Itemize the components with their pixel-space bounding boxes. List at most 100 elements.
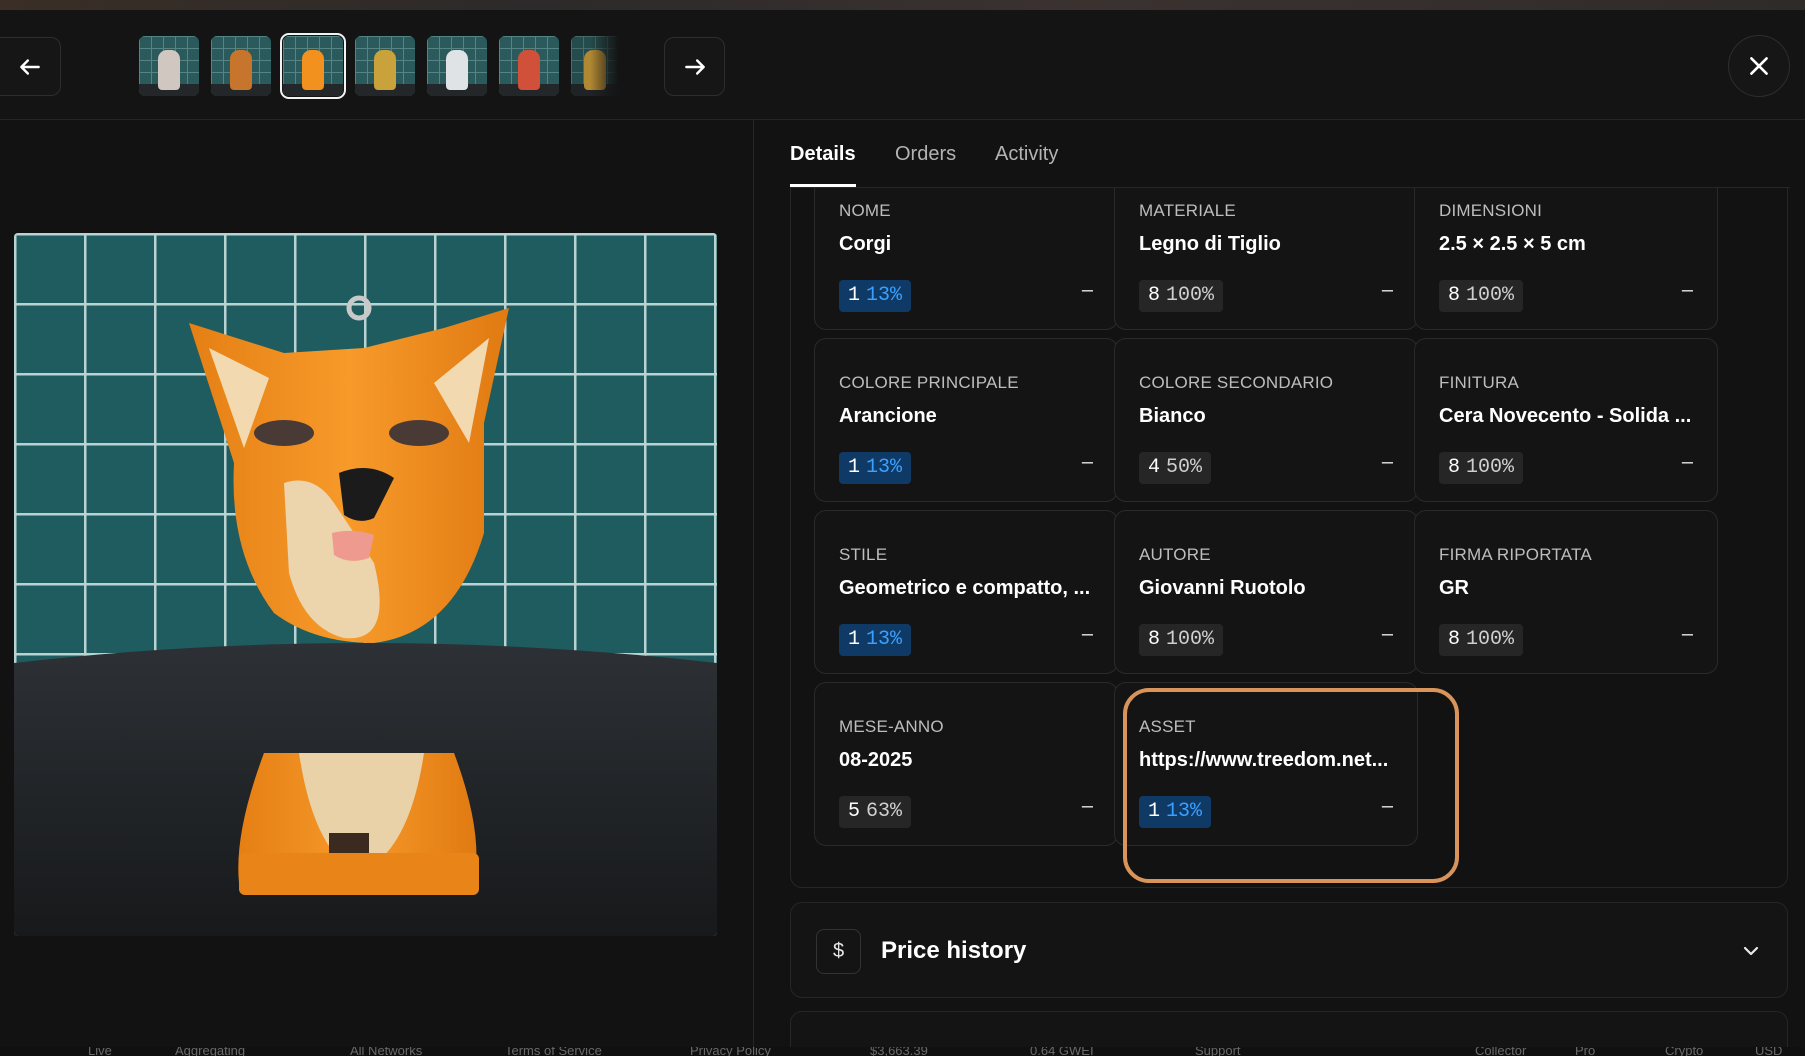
trait-card-asset[interactable]: ASSET https://www.treedom.net... 1 13% –	[1114, 682, 1418, 846]
trait-card-colore-secondario[interactable]: COLORE SECONDARIO Bianco 4 50% –	[1114, 338, 1418, 502]
floor-price-value: –	[1381, 623, 1393, 645]
tab-orders[interactable]: Orders	[895, 143, 956, 184]
trait-percent: 100%	[1466, 284, 1515, 307]
trait-card-finitura[interactable]: FINITURA Cera Novecento - Solida ... 8 100%…	[1414, 338, 1718, 502]
trait-count: 8	[1448, 456, 1461, 479]
status-item[interactable]: Support	[1195, 1047, 1241, 1056]
trait-label: ASSET	[1139, 717, 1196, 736]
rarity-badge: 5 63%	[839, 796, 912, 828]
thumb-5[interactable]	[427, 36, 487, 96]
status-item[interactable]: $3,663.39	[870, 1047, 928, 1056]
trait-percent: 13%	[866, 284, 903, 307]
trait-card-stile[interactable]: STILE Geometrico e compatto, ... 1 13% –	[814, 510, 1118, 674]
trait-label: DIMENSIONI	[1439, 201, 1543, 220]
trait-percent: 50%	[1166, 456, 1203, 479]
trait-count: 8	[1448, 284, 1461, 307]
next-button[interactable]	[664, 37, 725, 96]
floor-price-value: –	[1681, 279, 1693, 301]
top-backdrop-strip	[0, 0, 1805, 10]
status-item[interactable]: Collector	[1475, 1047, 1526, 1056]
trait-card-nome[interactable]: NOME Corgi 1 13% –	[814, 188, 1118, 330]
rarity-badge: 8 100%	[1139, 280, 1224, 312]
item-photo	[14, 233, 717, 936]
rarity-badge: 1 13%	[839, 452, 912, 484]
trait-count: 8	[1148, 284, 1161, 307]
thumbnail-strip	[139, 33, 619, 99]
trait-value: GR	[1439, 577, 1469, 599]
trait-label: STILE	[839, 545, 888, 564]
trait-count: 5	[848, 800, 861, 823]
floor-price-value: –	[1381, 279, 1393, 301]
trait-value: Cera Novecento - Solida ...	[1439, 405, 1692, 427]
tab-activity[interactable]: Activity	[995, 143, 1058, 184]
trait-count: 8	[1448, 628, 1461, 651]
trait-value: 2.5 × 2.5 × 5 cm	[1439, 233, 1586, 255]
rarity-badge: 1 13%	[1139, 796, 1212, 828]
floor-price-value: –	[1381, 451, 1393, 473]
status-item[interactable]: All Networks	[350, 1047, 422, 1056]
status-item[interactable]: Privacy Policy	[690, 1047, 771, 1056]
trait-label: NOME	[839, 201, 891, 220]
price-history-title: Price history	[881, 937, 1027, 964]
floor-price-value: –	[1681, 451, 1693, 473]
trait-value: Bianco	[1139, 405, 1206, 427]
status-item[interactable]: Pro	[1575, 1047, 1595, 1056]
trait-label: MATERIALE	[1139, 201, 1236, 220]
arrow-right-icon	[684, 58, 705, 75]
rarity-badge: 8 100%	[1439, 624, 1524, 656]
floor-price-value: –	[1081, 623, 1093, 645]
status-item[interactable]: USD	[1755, 1047, 1782, 1056]
dollar-icon: $	[816, 929, 861, 974]
trait-count: 1	[848, 284, 861, 307]
trait-value: Giovanni Ruotolo	[1139, 577, 1306, 599]
trait-count: 1	[1148, 800, 1161, 823]
arrow-left-icon	[20, 58, 40, 75]
trait-count: 4	[1148, 456, 1161, 479]
rarity-badge: 8 100%	[1439, 452, 1524, 484]
trait-count: 8	[1148, 628, 1161, 651]
traits-grid: NOME Corgi 1 13% – MATERIALE Legno di Tiglio 8 1…	[790, 188, 1788, 888]
trait-card-firma-riportata[interactable]: FIRMA RIPORTATA GR 8 100% –	[1414, 510, 1718, 674]
panel-divider	[753, 120, 754, 1056]
trait-count: 1	[848, 628, 861, 651]
status-item[interactable]: Terms of Service	[505, 1047, 602, 1056]
price-history-section[interactable]: $ Price history	[790, 902, 1788, 998]
thumb-1[interactable]	[139, 36, 199, 96]
trait-value: Corgi	[839, 233, 892, 255]
trait-value: 08-2025	[839, 749, 913, 771]
thumb-2[interactable]	[211, 36, 271, 96]
trait-percent: 13%	[866, 456, 903, 479]
previous-button[interactable]	[0, 37, 61, 96]
trait-card-autore[interactable]: AUTORE Giovanni Ruotolo 8 100% –	[1114, 510, 1418, 674]
trait-label: MESE-ANNO	[839, 717, 944, 736]
status-item[interactable]: 0.64 GWEI	[1030, 1047, 1094, 1056]
tab-details[interactable]: Details	[790, 143, 856, 187]
thumb-6[interactable]	[499, 36, 559, 96]
trait-card-dimensioni[interactable]: DIMENSIONI 2.5 × 2.5 × 5 cm 8 100% –	[1414, 188, 1718, 330]
rarity-badge: 1 13%	[839, 624, 912, 656]
thumb-4[interactable]	[355, 36, 415, 96]
status-item[interactable]: Aggregating	[175, 1047, 245, 1056]
trait-card-materiale[interactable]: MATERIALE Legno di Tiglio 8 100% –	[1114, 188, 1418, 330]
trait-percent: 100%	[1166, 628, 1215, 651]
status-item[interactable]: Crypto	[1665, 1047, 1703, 1056]
floor-price-value: –	[1081, 795, 1093, 817]
trait-value: Legno di Tiglio	[1139, 233, 1281, 255]
floor-price-value: –	[1681, 623, 1693, 645]
chevron-down-icon	[1743, 946, 1759, 956]
status-item[interactable]: Live	[88, 1047, 112, 1056]
trait-percent: 13%	[866, 628, 903, 651]
rarity-badge: 8 100%	[1139, 624, 1224, 656]
thumb-3[interactable]	[280, 33, 346, 99]
trait-percent: 100%	[1466, 628, 1515, 651]
trait-label: FIRMA RIPORTATA	[1439, 545, 1592, 564]
trait-card-colore-principale[interactable]: COLORE PRINCIPALE Arancione 1 13% –	[814, 338, 1118, 502]
trait-percent: 100%	[1166, 284, 1215, 307]
thumb-7[interactable]	[571, 36, 619, 96]
trait-label: COLORE SECONDARIO	[1139, 373, 1334, 392]
trait-card-mese-anno[interactable]: MESE-ANNO 08-2025 5 63% –	[814, 682, 1118, 846]
trait-label: FINITURA	[1439, 373, 1519, 392]
close-icon	[1750, 57, 1768, 75]
floor-price-value: –	[1381, 795, 1393, 817]
close-button[interactable]	[1728, 35, 1790, 97]
